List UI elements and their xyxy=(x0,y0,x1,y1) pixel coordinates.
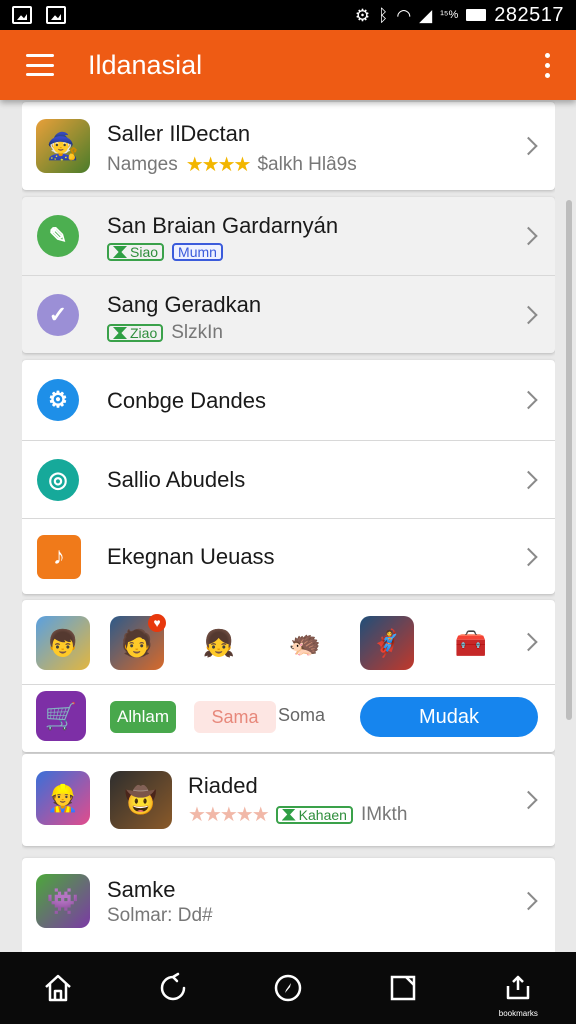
image-notification-icon xyxy=(46,6,66,24)
list-card: 🧙 Saller IlDectan Namges ★★★★ $alkh Hlâ9… xyxy=(22,102,555,190)
game-warrior-icon[interactable]: 🦸 xyxy=(360,616,414,670)
soma-label: Soma xyxy=(278,705,326,725)
gallery-notification-icon xyxy=(12,6,32,24)
item-title: Conbge Dandes xyxy=(107,388,267,413)
chevron-right-icon[interactable] xyxy=(519,226,538,246)
game-miner-icon: 👷 xyxy=(36,771,90,825)
game-hero-icon[interactable]: 🧑 ♥ xyxy=(110,614,166,670)
app-title: Ildanasial xyxy=(88,49,203,80)
game-character-icon: 🧙 xyxy=(36,119,90,173)
tag-chip: Kahaen xyxy=(275,805,353,824)
notification-badge: ♥ xyxy=(148,614,166,632)
tag-chip: Ziao xyxy=(107,324,164,342)
wifi-icon: ◠ xyxy=(396,5,412,25)
cell-signal-icon: ◢ xyxy=(419,5,433,25)
hamburger-menu-icon[interactable] xyxy=(26,54,54,76)
item-title: Sallio Abudels xyxy=(107,467,246,492)
actions-row: 🛒 Alhlam Sama Soma Mudak xyxy=(22,684,555,752)
chip-label: Kahaen xyxy=(298,806,347,823)
home-icon[interactable] xyxy=(38,968,78,1008)
games-strip: 👦 🧑 ♥ 👧 🦔 🦸 🧰 xyxy=(22,600,555,684)
item-extra: $alkh Hlâ9s xyxy=(257,153,357,175)
item-subtitle: Namges xyxy=(107,153,178,175)
list-card: ⚙ Conbge Dandes ◎ Sallio Abudels ♪ Ekegn… xyxy=(22,360,555,594)
pencil-icon: ✎ xyxy=(37,215,79,257)
item-title: Saller IlDectan xyxy=(107,121,251,146)
chevron-right-icon[interactable] xyxy=(519,790,538,810)
game-girl-icon[interactable]: 👧 xyxy=(192,616,246,670)
list-item-samke[interactable]: 👾 Samke Solmar: Dd# xyxy=(22,858,555,944)
list-item-riaded[interactable]: 👷 🤠 Riaded ★★★★★ Kahaen IMkth xyxy=(22,754,555,846)
chip-label: Siao xyxy=(130,244,159,260)
chevron-right-icon[interactable] xyxy=(519,136,538,156)
rating-stars: ★★★★★ xyxy=(188,804,270,826)
list-item-sallio[interactable]: ◎ Sallio Abudels xyxy=(22,440,555,518)
game-monster-icon: 👾 xyxy=(36,874,90,928)
list-card: 👷 🤠 Riaded ★★★★★ Kahaen IMkth xyxy=(22,754,555,846)
notes-icon[interactable] xyxy=(383,968,423,1008)
chevron-right-icon[interactable] xyxy=(519,891,538,911)
game-boy-icon[interactable]: 👦 xyxy=(36,616,90,670)
item-extra: SlzkIn xyxy=(171,322,223,343)
chevron-right-icon[interactable] xyxy=(519,547,538,566)
list-item-conbge[interactable]: ⚙ Conbge Dandes xyxy=(22,360,555,440)
refresh-icon[interactable] xyxy=(153,968,193,1008)
chevron-right-icon[interactable] xyxy=(519,632,538,652)
item-title: San Braian Gardarnyán xyxy=(107,213,339,238)
bluetooth-icon: ᛒ xyxy=(378,5,389,25)
list-item-san-braian[interactable]: ✎ San Braian Gardarnyán Siao Mumn xyxy=(22,197,555,275)
list-card: 👾 Samke Solmar: Dd# xyxy=(22,858,555,952)
more-options-icon[interactable] xyxy=(545,52,550,78)
compass-icon[interactable] xyxy=(268,968,308,1008)
item-title: Samke xyxy=(107,877,176,902)
chevron-right-icon[interactable] xyxy=(519,470,538,489)
scrollbar[interactable] xyxy=(566,200,572,720)
blue-gear-icon: ⚙ xyxy=(37,379,79,421)
list-item-ekegnan[interactable]: ♪ Ekegnan Ueuass xyxy=(22,518,555,594)
item-title: Ekegnan Ueuass xyxy=(107,544,275,569)
app-bar: Ildanasial xyxy=(0,30,576,100)
rating-stars: ★★★★ xyxy=(185,154,252,176)
item-title: Sang Geradkan xyxy=(107,292,262,317)
alhlam-button[interactable]: Alhlam xyxy=(110,701,176,733)
app-list: 🧙 Saller IlDectan Namges ★★★★ $alkh Hlâ9… xyxy=(22,100,555,952)
item-title: Riaded xyxy=(188,773,258,798)
status-bar: ⚙ ᛒ ◠ ◢ ¹⁵% 282517 xyxy=(0,0,576,30)
games-card: 👦 🧑 ♥ 👧 🦔 🦸 🧰 🛒 Alhlam Sama Soma Mudak xyxy=(22,600,555,752)
cart-icon[interactable]: 🛒 xyxy=(36,691,86,741)
share-icon[interactable]: bookmarks xyxy=(498,968,538,1018)
battery-icon xyxy=(466,9,487,21)
bottom-nav: bookmarks xyxy=(0,952,576,1024)
tag-chip: Siao xyxy=(107,243,165,261)
orange-square-icon: ♪ xyxy=(37,535,81,579)
item-extra: IMkth xyxy=(360,803,408,825)
signal-percent: ¹⁵% xyxy=(440,9,459,21)
alarm-icon: ⚙ xyxy=(354,5,371,25)
chevron-right-icon[interactable] xyxy=(519,305,538,324)
sama-button[interactable]: Sama xyxy=(194,701,276,733)
list-card: ✎ San Braian Gardarnyán Siao Mumn ✓ Sang… xyxy=(22,197,555,353)
mudak-button[interactable]: Mudak xyxy=(360,697,538,737)
item-subtitle: Solmar: Dd# xyxy=(107,905,213,926)
tag-icon xyxy=(113,327,127,339)
chip-label: Ziao xyxy=(130,325,158,341)
chevron-right-icon[interactable] xyxy=(519,390,538,410)
game-cowboy-icon: 🤠 xyxy=(110,771,172,829)
list-item-sang-geradkan[interactable]: ✓ Sang Geradkan Ziao SlzkIn xyxy=(22,275,555,353)
teal-circle-icon: ◎ xyxy=(37,459,79,501)
share-label: bookmarks xyxy=(498,1009,538,1018)
status-time: 282517 xyxy=(494,3,564,26)
tag-icon xyxy=(281,808,296,821)
game-creature-icon[interactable]: 🦔 xyxy=(278,616,332,670)
list-item-saller[interactable]: 🧙 Saller IlDectan Namges ★★★★ $alkh Hlâ9… xyxy=(22,102,555,190)
game-treasure-icon[interactable]: 🧰 xyxy=(444,616,498,670)
lavender-check-icon: ✓ xyxy=(37,294,79,336)
tag-icon xyxy=(113,246,127,258)
tag-chip: Mumn xyxy=(172,243,223,261)
